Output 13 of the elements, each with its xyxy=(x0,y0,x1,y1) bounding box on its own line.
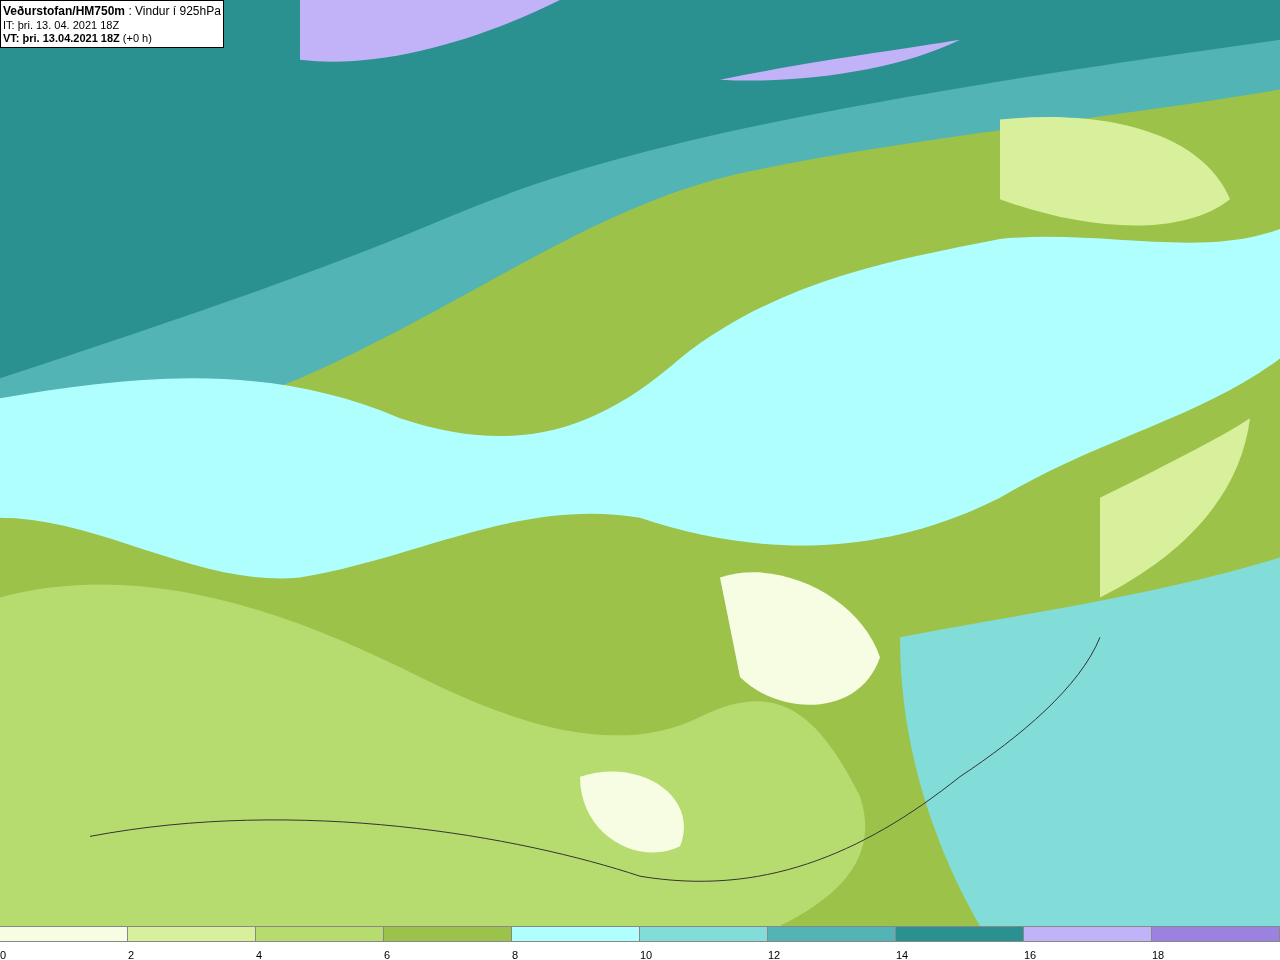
header-text: IT: þri. 13. 04. 2021 18Z xyxy=(3,19,121,32)
header-text: VT: þri. 13.04.2021 18Z (+0 h) xyxy=(3,32,153,45)
scale-label: 10 xyxy=(640,949,653,960)
scale-label: 14 xyxy=(896,949,909,960)
scale-label: 12 xyxy=(768,949,781,960)
header-text: Veðurstofan/HM750m : Vindur í 925hPa xyxy=(3,3,221,19)
scale-label: 18 xyxy=(1152,949,1165,960)
scale-label: 6 xyxy=(384,949,391,960)
scale-label: 4 xyxy=(256,949,263,960)
scale-label: 16 xyxy=(1024,949,1037,960)
scale-label: 2 xyxy=(128,949,135,960)
scale-label: 0 xyxy=(0,949,7,960)
scale-label: 8 xyxy=(512,949,519,960)
